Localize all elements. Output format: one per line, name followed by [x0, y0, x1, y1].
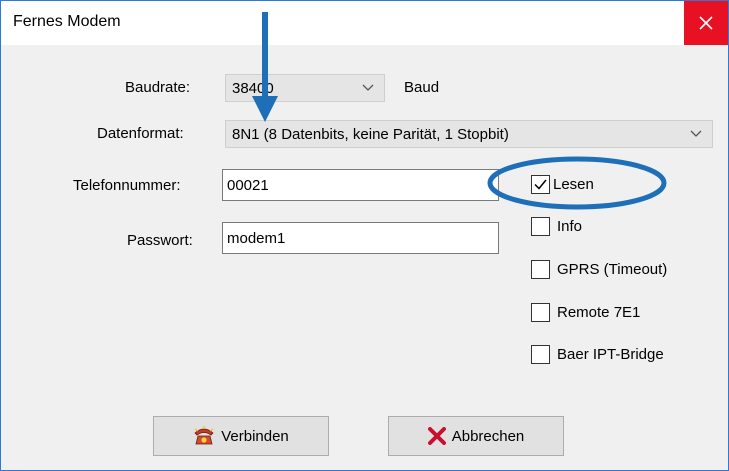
phone-icon — [194, 426, 214, 445]
checkbox-info[interactable] — [531, 217, 550, 236]
chevron-down-icon — [690, 130, 702, 137]
abbrechen-label: Abbrechen — [451, 427, 525, 445]
datenformat-dropdown[interactable]: 8N1 (8 Datenbits, keine Parität, 1 Stopb… — [225, 120, 713, 148]
telefon-label: Telefonnummer: — [73, 177, 181, 194]
close-icon — [699, 16, 713, 30]
checkbox-gprs-label[interactable]: GPRS (Timeout) — [557, 261, 667, 278]
window-title: Fernes Modem — [13, 13, 121, 30]
passwort-value: modem1 — [227, 230, 286, 247]
chevron-down-icon — [362, 84, 374, 91]
checkbox-baer[interactable] — [531, 345, 550, 364]
datenformat-value: 8N1 (8 Datenbits, keine Parität, 1 Stopb… — [232, 126, 509, 143]
red-x-icon — [427, 427, 446, 445]
baudrate-dropdown[interactable]: 38400 — [225, 74, 385, 102]
verbinden-button[interactable]: Verbinden — [153, 416, 329, 456]
checkbox-lesen[interactable] — [531, 175, 550, 194]
title-bar: Fernes Modem — [1, 1, 728, 45]
checkbox-remote-label[interactable]: Remote 7E1 — [557, 304, 640, 321]
checkbox-baer-label[interactable]: Baer IPT-Bridge — [557, 346, 664, 363]
telefon-value: 00021 — [227, 177, 269, 194]
checkmark-icon — [534, 179, 547, 190]
checkbox-info-label[interactable]: Info — [557, 218, 582, 235]
dialog-window: Fernes Modem Baudrate: 38400 Baud Datenf… — [0, 0, 729, 471]
verbinden-label: Verbinden — [221, 427, 289, 445]
close-button[interactable] — [684, 1, 728, 45]
passwort-label: Passwort: — [127, 232, 193, 249]
baudrate-value: 38400 — [232, 80, 274, 97]
passwort-input[interactable]: modem1 — [222, 222, 499, 254]
datenformat-label: Datenformat: — [97, 125, 184, 142]
checkbox-gprs[interactable] — [531, 260, 550, 279]
abbrechen-button[interactable]: Abbrechen — [388, 416, 564, 456]
telefon-input[interactable]: 00021 — [222, 169, 499, 201]
checkbox-remote[interactable] — [531, 303, 550, 322]
baud-unit-label: Baud — [404, 79, 440, 96]
checkbox-lesen-label[interactable]: Lesen — [553, 176, 594, 193]
baudrate-label: Baudrate: — [125, 79, 191, 96]
